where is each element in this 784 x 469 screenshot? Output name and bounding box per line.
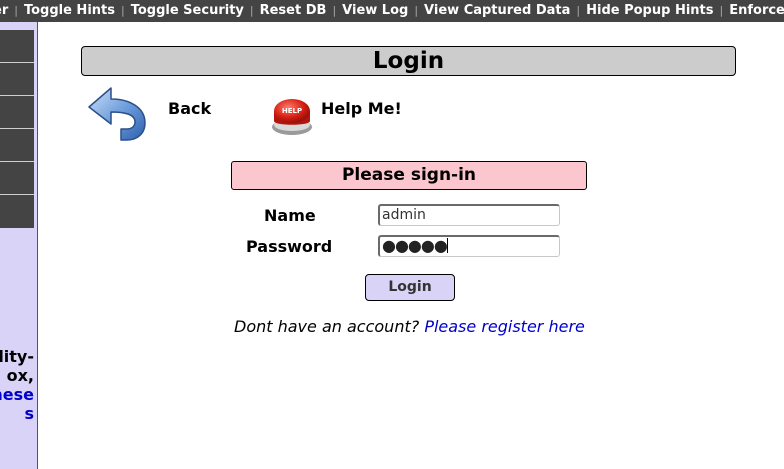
name-input-value: admin [382,207,426,223]
menu-separator: | [120,4,125,17]
sidebar-menu-item[interactable] [0,129,34,162]
help-link[interactable]: Help Me! [321,99,402,118]
password-mask: ●●●●● [382,236,448,255]
sidebar-blurb-link[interactable]: hese [0,385,34,404]
sidebar-menu [0,30,34,228]
page-title: Login [81,46,736,76]
sidebar-menu-item[interactable] [0,162,34,195]
menu-separator: | [249,4,254,17]
register-prompt-text: Dont have an account? [234,317,420,336]
login-button[interactable]: Login [365,274,455,301]
menu-item-view-captured-data[interactable]: View Captured Data [424,3,570,18]
menu-separator: | [719,4,724,17]
menu-separator: | [576,4,581,17]
sidebar-menu-item[interactable] [0,96,34,129]
password-label: Password [246,237,333,256]
back-link[interactable]: Back [168,99,211,118]
sidebar-blurb-text: lity- [0,347,34,366]
name-label: Name [264,206,316,225]
sidebar-blurb: lity- ox, hese s [0,347,34,423]
register-link[interactable]: Please register here [424,317,585,336]
menu-separator: | [414,4,419,17]
sidebar-blurb-link[interactable]: s [0,404,34,423]
sidebar: lity- ox, hese s [0,22,38,469]
sidebar-blurb-text: ox, [6,366,34,385]
sidebar-menu-item[interactable] [0,195,34,228]
password-input[interactable]: ●●●●● [378,235,560,257]
menu-item-truncated[interactable]: er [0,3,8,18]
menu-separator: | [332,4,337,17]
menu-item-enforce-ssl[interactable]: Enforce SSL [729,3,784,18]
top-menu-items: er | Toggle Hints | Toggle Security | Reset DB… [0,3,784,18]
menu-separator: | [14,4,18,17]
menu-item-reset-db[interactable]: Reset DB [260,3,327,18]
help-badge-text: HELP [282,107,302,115]
back-arrow-icon[interactable] [85,85,151,143]
help-button-icon[interactable]: HELP [269,95,315,137]
signin-header: Please sign-in [231,161,587,190]
sidebar-menu-item[interactable] [0,30,34,63]
top-menu-bar: er | Toggle Hints | Toggle Security | Reset DB… [0,0,784,22]
text-caret [446,238,448,253]
menu-item-toggle-hints[interactable]: Toggle Hints [24,3,115,18]
sidebar-menu-item[interactable] [0,63,34,96]
menu-item-toggle-security[interactable]: Toggle Security [131,3,244,18]
register-prompt: Dont have an account? Please register he… [234,317,585,336]
name-input[interactable]: admin [378,204,560,226]
menu-item-hide-popup-hints[interactable]: Hide Popup Hints [586,3,713,18]
menu-item-view-log[interactable]: View Log [342,3,408,18]
